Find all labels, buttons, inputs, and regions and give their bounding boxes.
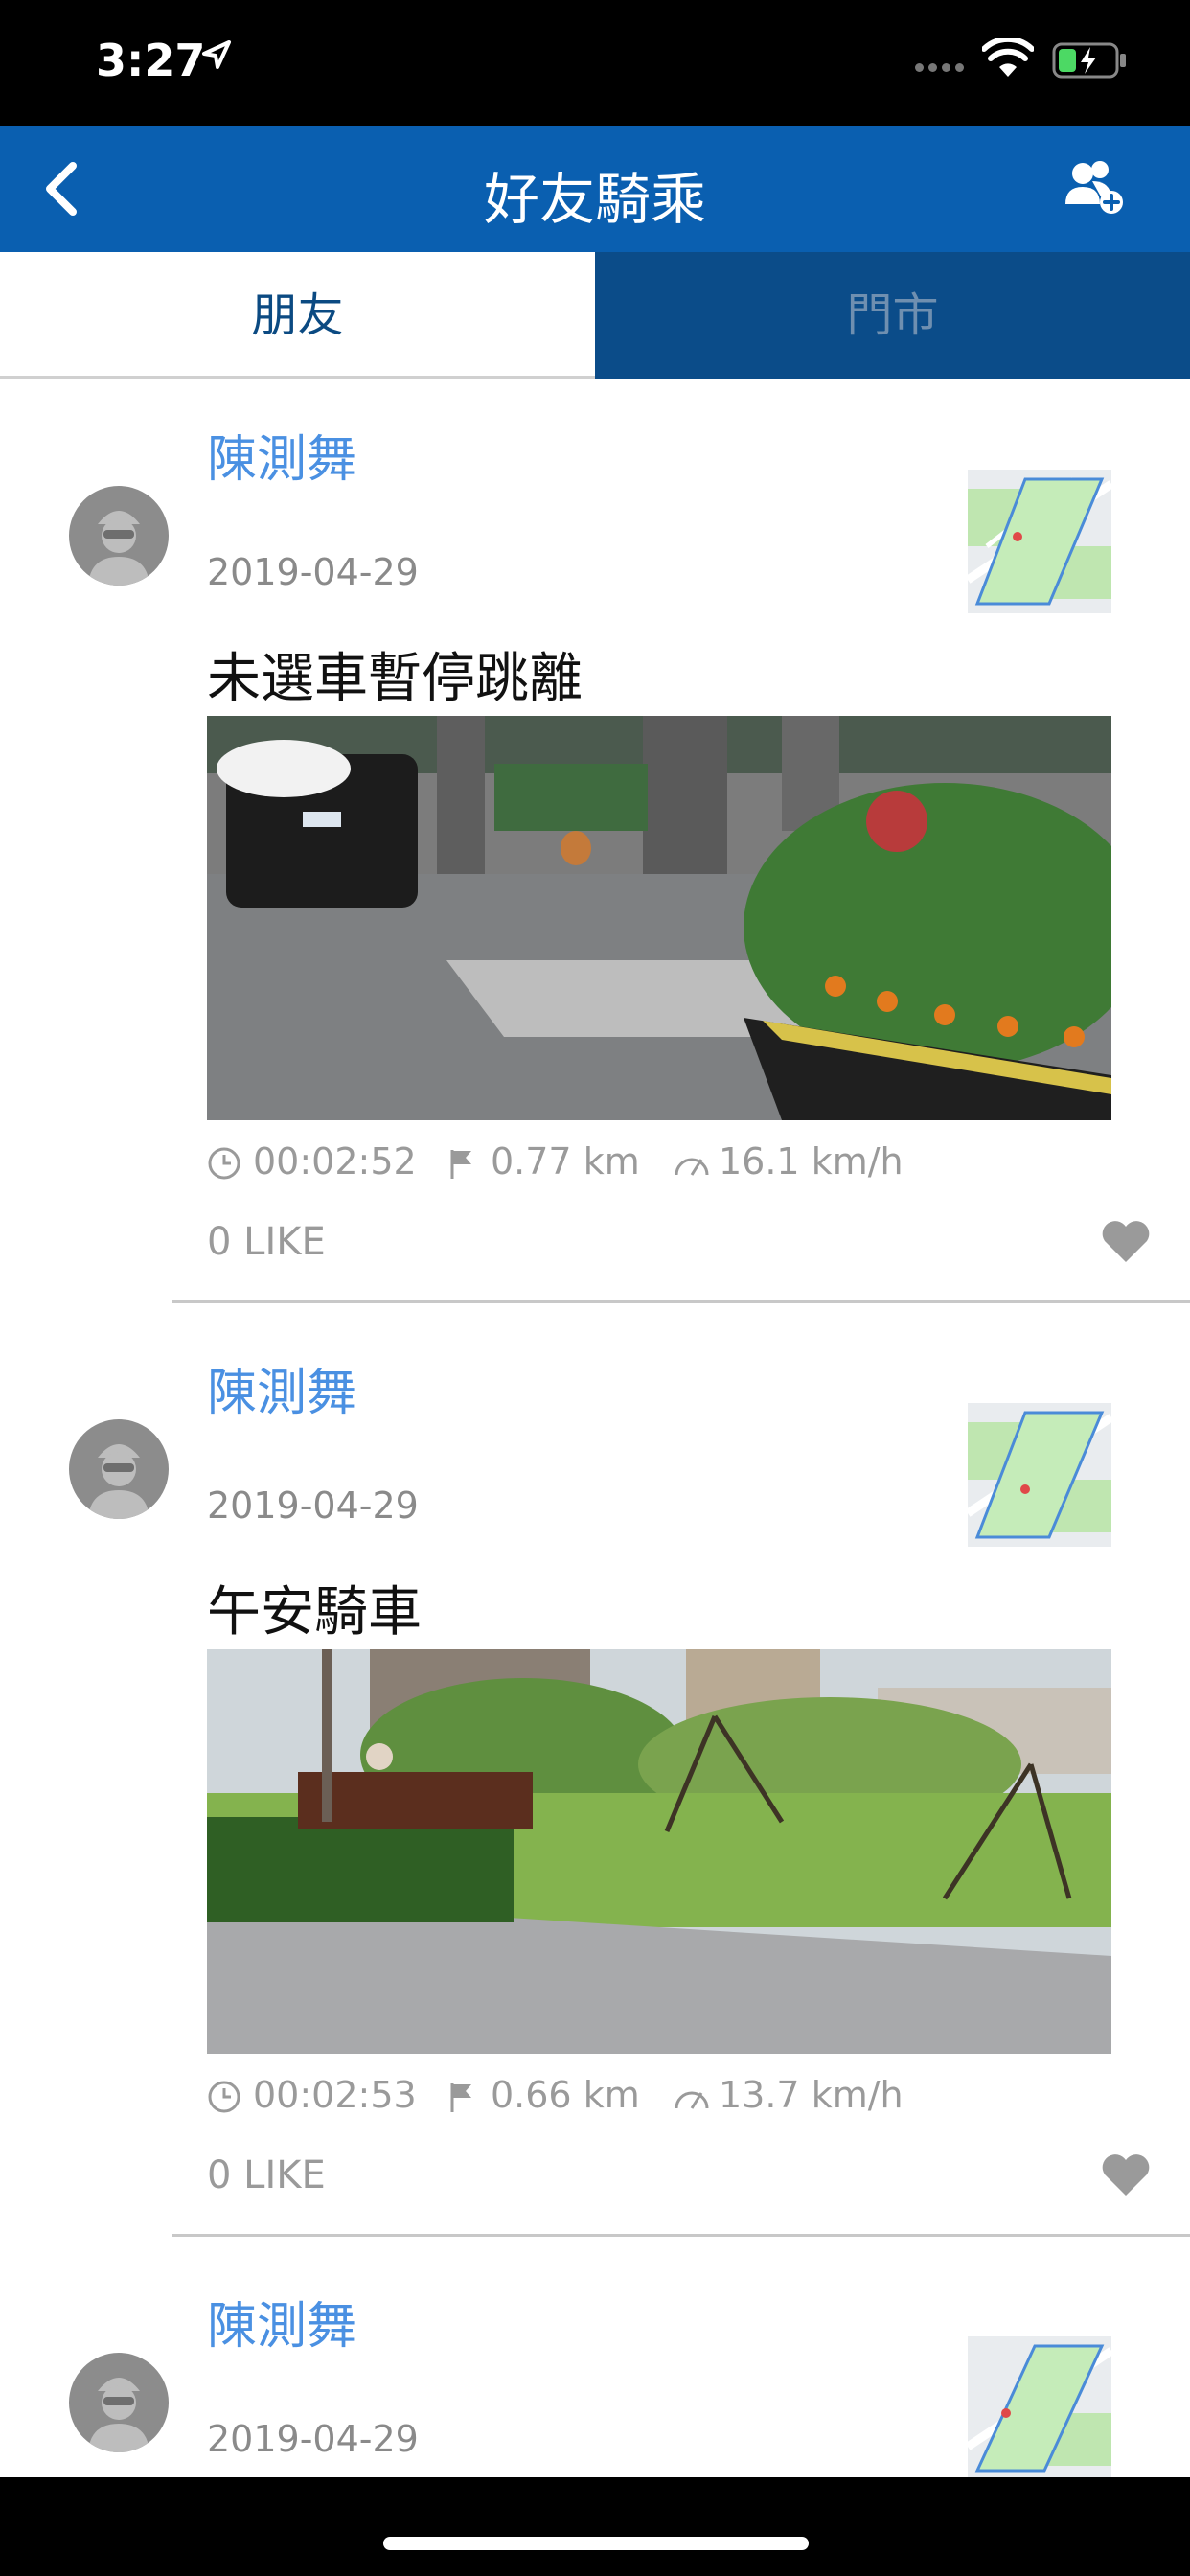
duration-value: 00:02:52 (253, 1140, 417, 1183)
tab-stores[interactable]: 門市 (595, 252, 1190, 379)
route-map-thumbnail[interactable] (968, 470, 1111, 613)
route-map-thumbnail[interactable] (968, 2336, 1111, 2477)
rider-avatar-icon (88, 1444, 149, 1519)
post-date: 2019-04-29 (207, 2418, 419, 2460)
home-bar (0, 2477, 1190, 2576)
tab-friends[interactable]: 朋友 (0, 252, 595, 379)
divider (172, 2234, 1190, 2237)
speedometer-icon (675, 2091, 709, 2109)
tab-bar: 朋友 門市 (0, 252, 1190, 379)
speedometer-icon (675, 1158, 709, 1176)
speed-value: 16.1 km/h (719, 1140, 904, 1183)
heart-icon[interactable] (1100, 2151, 1152, 2197)
wifi-icon (982, 38, 1034, 77)
flag-icon (450, 2083, 471, 2112)
avatar[interactable] (69, 2353, 169, 2452)
ride-photo[interactable] (207, 716, 1111, 1120)
user-name[interactable]: 陳測舞 (207, 2286, 356, 2358)
location-arrow-icon (202, 40, 231, 69)
avatar[interactable] (69, 486, 169, 586)
ride-feed: 陳測舞 2019-04-29 未選車暫停跳離 00:02:52 0.77 km … (0, 379, 1190, 2477)
clock-icon (208, 1147, 240, 1180)
distance-value: 0.77 km (491, 1140, 640, 1183)
nav-bar: 好友騎乘 (0, 126, 1190, 252)
duration-value: 00:02:53 (253, 2074, 417, 2116)
avatar[interactable] (69, 1419, 169, 1519)
add-friend-icon[interactable] (1065, 160, 1127, 216)
like-count: 0 LIKE (207, 2153, 326, 2197)
route-map-thumbnail[interactable] (968, 1403, 1111, 1547)
ride-photo[interactable] (207, 1649, 1111, 2054)
clock-icon (208, 2081, 240, 2113)
speed-value: 13.7 km/h (719, 2074, 904, 2116)
status-time: 3:27 (96, 34, 206, 86)
post-title: 未選車暫停跳離 (207, 648, 583, 710)
user-name[interactable]: 陳測舞 (207, 1352, 356, 1424)
post-title: 午安騎車 (207, 1581, 422, 1644)
flag-icon (450, 1150, 471, 1179)
divider (172, 1300, 1190, 1303)
user-name[interactable]: 陳測舞 (207, 419, 356, 491)
home-indicator[interactable] (383, 2537, 809, 2550)
distance-value: 0.66 km (491, 2074, 640, 2116)
post-date: 2019-04-29 (207, 1484, 419, 1527)
page-title: 好友騎乘 (483, 167, 706, 232)
status-bar: 3:27 (0, 0, 1190, 126)
rider-avatar-icon (88, 511, 149, 586)
battery-icon (1052, 42, 1126, 79)
like-count: 0 LIKE (207, 1220, 326, 1264)
heart-icon[interactable] (1100, 1218, 1152, 1264)
rider-avatar-icon (88, 2378, 149, 2452)
post-date: 2019-04-29 (207, 551, 419, 593)
signal-icon (915, 58, 969, 76)
